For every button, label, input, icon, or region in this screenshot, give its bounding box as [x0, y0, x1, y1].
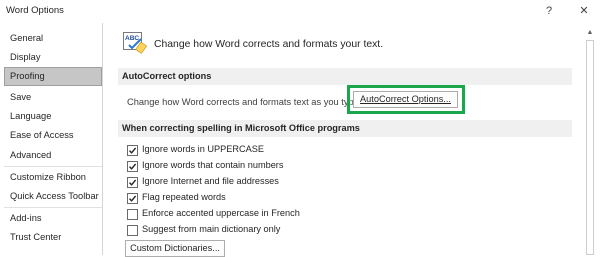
abc-check-icon: ABC [123, 32, 147, 54]
scroll-thumb[interactable] [586, 40, 594, 255]
page-header-text: Change how Word corrects and formats you… [154, 39, 384, 50]
autocorrect-options-label: AutoCorrect Options... [360, 94, 451, 104]
option-label: Suggest from main dictionary only [142, 224, 281, 234]
option-label: Ignore Internet and file addresses [142, 176, 279, 186]
svg-text:ABC: ABC [125, 35, 139, 42]
sidebar: General Display Proofing Save Language E… [4, 23, 103, 255]
sidebar-item-language[interactable]: Language [4, 107, 102, 126]
custom-dictionaries-button[interactable]: Custom Dictionaries... [125, 240, 225, 257]
checkbox-unchecked[interactable] [127, 209, 138, 220]
title-bar: Word Options ? ✕ [0, 0, 600, 22]
checkbox-checked[interactable] [127, 145, 138, 156]
sidebar-item-general[interactable]: General [4, 29, 102, 48]
sidebar-item-trust-center[interactable]: Trust Center [4, 228, 102, 247]
proofing-panel: ABC Change how Word corrects and formats… [103, 23, 583, 257]
window-title: Word Options [6, 5, 64, 16]
sidebar-item-save[interactable]: Save [4, 88, 102, 107]
checkbox-checked[interactable] [127, 177, 138, 188]
option-label: Ignore words in UPPERCASE [142, 144, 265, 154]
checkbox-checked[interactable] [127, 161, 138, 172]
autocorrect-section-header: AutoCorrect options [118, 68, 572, 85]
option-label: Ignore words that contain numbers [142, 160, 284, 170]
option-label: Flag repeated words [142, 192, 226, 202]
sidebar-item-proofing[interactable]: Proofing [4, 67, 102, 86]
sidebar-item-quick-access-toolbar[interactable]: Quick Access Toolbar [4, 187, 102, 206]
sidebar-item-display[interactable]: Display [4, 48, 102, 67]
sidebar-item-add-ins[interactable]: Add-ins [4, 209, 102, 228]
scroll-up-arrow-icon[interactable]: ▲ [584, 28, 596, 38]
help-button[interactable]: ? [537, 2, 561, 20]
close-button[interactable]: ✕ [572, 2, 596, 20]
option-label: Enforce accented uppercase in French [142, 208, 300, 218]
sidebar-divider [4, 207, 102, 208]
autocorrect-options-button[interactable]: AutoCorrect Options... [353, 91, 458, 108]
sidebar-item-customize-ribbon[interactable]: Customize Ribbon [4, 168, 102, 187]
sidebar-item-advanced[interactable]: Advanced [4, 146, 102, 165]
checkbox-unchecked[interactable] [127, 225, 138, 236]
sidebar-divider [4, 166, 102, 167]
vertical-scrollbar[interactable]: ▲ [584, 23, 596, 255]
sidebar-item-ease-of-access[interactable]: Ease of Access [4, 126, 102, 145]
spelling-section-header: When correcting spelling in Microsoft Of… [118, 120, 572, 137]
autocorrect-description: Change how Word corrects and formats tex… [127, 97, 362, 107]
checkbox-checked[interactable] [127, 193, 138, 204]
